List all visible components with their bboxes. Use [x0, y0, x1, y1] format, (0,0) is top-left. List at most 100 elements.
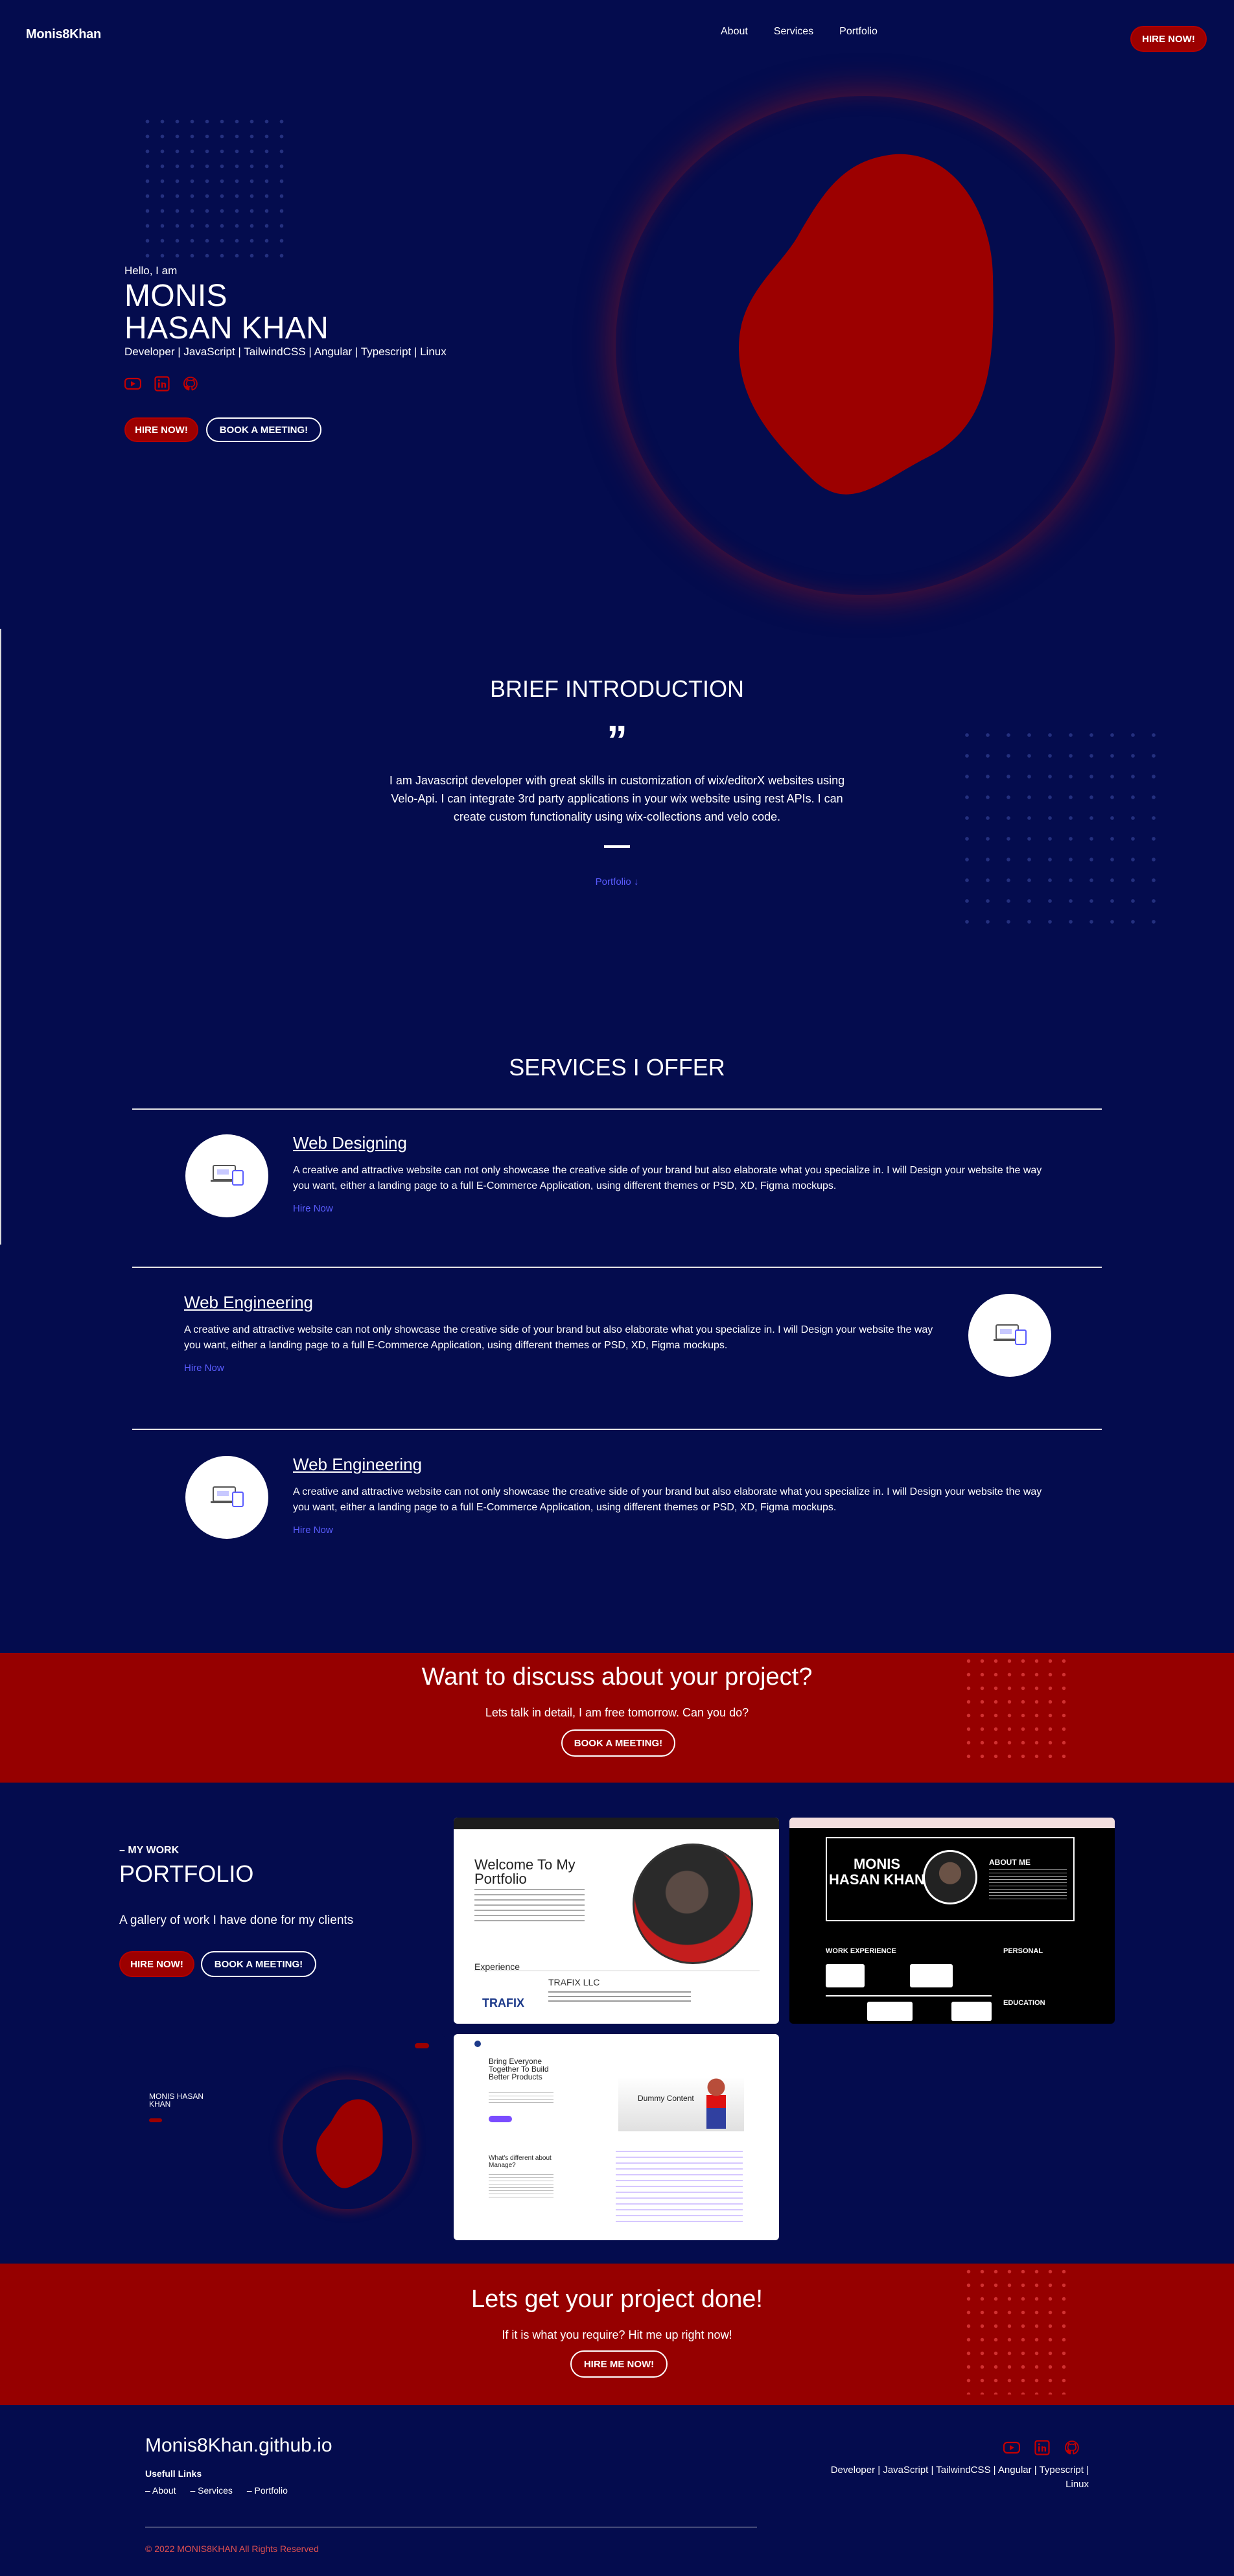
footer-links-title: Usefull Links — [145, 2468, 202, 2479]
shot-1-navbar — [454, 1818, 779, 1829]
intro-dot-pattern — [957, 725, 1165, 933]
shot-1-company-lines — [548, 1991, 691, 2004]
footer-links: – About – Services – Portfolio — [145, 2485, 288, 2496]
github-icon[interactable] — [183, 376, 198, 392]
shot-4-feature-list — [616, 2151, 743, 2222]
footer-socials — [1003, 2440, 1080, 2455]
portfolio-kicker: – MY WORK — [119, 1845, 180, 1856]
shot-4-diff: What's different about Manage? — [489, 2155, 552, 2169]
footer-site-name[interactable]: Monis8Khan.github.io — [145, 2435, 332, 2457]
hero-skills: Developer | JavaScript | TailwindCSS | A… — [124, 345, 447, 358]
discuss-title: Want to discuss about your project? — [421, 1663, 813, 1691]
intro-divider — [604, 845, 630, 848]
hero-socials — [124, 376, 198, 392]
hero-meeting-button[interactable]: BOOK A MEETING! — [206, 417, 321, 442]
service-1-text: A creative and attractive website can no… — [293, 1165, 1042, 1191]
github-icon[interactable] — [1064, 2440, 1080, 2455]
linkedin-icon[interactable] — [154, 376, 170, 392]
nav-link-services[interactable]: Services — [774, 26, 813, 38]
service-1-title[interactable]: Web Designing — [293, 1133, 407, 1153]
service-2-text: A creative and attractive website can no… — [184, 1324, 933, 1351]
nav-link-portfolio[interactable]: Portfolio — [839, 26, 878, 38]
shot-4-diff-lines — [489, 2174, 553, 2197]
shot-1-logo: TRAFIX — [482, 1996, 524, 2009]
service-2-title[interactable]: Web Engineering — [184, 1293, 313, 1313]
shot-2-card — [951, 2002, 992, 2021]
portfolio-shot-3[interactable]: MONIS HASAN KHAN — [119, 2034, 445, 2240]
shot-4-text-lines — [489, 2092, 553, 2105]
shot-4-button — [489, 2116, 512, 2122]
portfolio-meeting-button[interactable]: BOOK A MEETING! — [201, 1951, 316, 1977]
laptop-icon — [211, 1165, 244, 1186]
laptop-icon — [211, 1486, 244, 1507]
footer-skills: Developer | JavaScript | TailwindCSS | A… — [765, 2463, 1089, 2492]
shot-2-education: EDUCATION — [1003, 1999, 1045, 2007]
shot-4-heading: Bring Everyone Together To Build Better … — [489, 2057, 549, 2081]
shot-2-work: WORK EXPERIENCE — [826, 1947, 896, 1955]
shot-2-about: ABOUT ME — [989, 1858, 1030, 1867]
footer-link-about[interactable]: – About — [145, 2485, 176, 2496]
service-3-image — [185, 1456, 268, 1539]
services-divider-2 — [132, 1267, 1102, 1268]
services-divider-3 — [132, 1429, 1102, 1430]
shot-2-card — [910, 1964, 953, 1987]
footer-link-services[interactable]: – Services — [191, 2485, 233, 2496]
service-3-hire-link[interactable]: Hire Now — [293, 1525, 333, 1536]
footer-copyright: © 2022 MONIS8KHAN All Rights Reserved — [145, 2544, 319, 2554]
shot-2-personal: PERSONAL — [1003, 1947, 1043, 1955]
shot-4-dummy: Dummy Content — [638, 2094, 694, 2103]
service-1-image — [185, 1134, 268, 1217]
hero-name-line2: HASAN KHAN — [124, 311, 329, 345]
youtube-icon[interactable] — [124, 376, 141, 392]
shot-3-name: MONIS HASAN KHAN — [149, 2092, 204, 2109]
cta-hire-button[interactable]: HIRE ME NOW! — [570, 2350, 668, 2378]
linkedin-icon[interactable] — [1034, 2440, 1050, 2455]
shot-2-topbar — [789, 1818, 1115, 1828]
cta-title: Lets get your project done! — [471, 2286, 763, 2313]
service-2-image — [968, 1294, 1051, 1377]
youtube-icon[interactable] — [1003, 2440, 1020, 2455]
hero-greeting: Hello, I am — [124, 264, 178, 277]
shot-2-portrait — [923, 1850, 977, 1904]
shot-1-text-lines — [474, 1889, 585, 1923]
footer-skills-line1: Developer | JavaScript | TailwindCSS | A… — [830, 2465, 1089, 2476]
shot-2-name: MONIS HASAN KHAN — [829, 1856, 925, 1888]
shot-2-card — [826, 1964, 865, 1987]
cta-subtitle: If it is what you require? Hit me up rig… — [502, 2328, 732, 2341]
hero-hire-button[interactable]: HIRE NOW! — [124, 417, 198, 442]
laptop-icon — [994, 1324, 1027, 1345]
hero-dot-pattern — [140, 114, 289, 263]
service-1-hire-link[interactable]: Hire Now — [293, 1203, 333, 1214]
nav-link-about[interactable]: About — [721, 26, 748, 38]
shot-1-portrait — [633, 1844, 753, 1964]
shot-4-logo — [474, 2041, 481, 2047]
discuss-meeting-button[interactable]: BOOK A MEETING! — [561, 1729, 675, 1757]
service-3-title[interactable]: Web Engineering — [293, 1455, 422, 1475]
portfolio-title: PORTFOLIO — [119, 1860, 254, 1887]
portfolio-shot-1[interactable]: Welcome To My Portfolio Experience TRAFI… — [454, 1818, 779, 2024]
shot-3-nav-button — [415, 2043, 429, 2048]
shot-1-heading: Welcome To My Portfolio — [474, 1856, 576, 1887]
shot-3-blob — [316, 2099, 383, 2188]
shot-4-figure — [706, 2077, 726, 2129]
discuss-subtitle: Lets talk in detail, I am free tomorrow.… — [485, 1706, 749, 1719]
service-2-hire-link[interactable]: Hire Now — [184, 1363, 224, 1374]
footer-skills-line2: Linux — [1065, 2479, 1089, 2490]
shot-2-card — [867, 2002, 913, 2021]
portfolio-description: A gallery of work I have done for my cli… — [119, 1914, 354, 1927]
site-logo[interactable]: Monis8Khan — [26, 27, 101, 42]
nav-hire-button[interactable]: HIRE NOW! — [1130, 26, 1207, 52]
service-3-text: A creative and attractive website can no… — [293, 1486, 1042, 1513]
main-nav: About Services Portfolio — [721, 26, 878, 38]
hero-name-line1: MONIS — [124, 279, 227, 313]
portfolio-hire-button[interactable]: HIRE NOW! — [119, 1951, 194, 1977]
services-title: SERVICES I OFFER — [509, 1054, 725, 1081]
footer-link-portfolio[interactable]: – Portfolio — [247, 2485, 288, 2496]
hero-blob-shape — [739, 154, 994, 495]
shot-3-hire-chip — [149, 2118, 162, 2122]
portfolio-shot-2[interactable]: MONIS HASAN KHAN ABOUT ME WORK EXPERIENC… — [789, 1818, 1115, 2024]
intro-text: I am Javascript developer with great ski… — [389, 774, 845, 823]
portfolio-shot-4[interactable]: Bring Everyone Together To Build Better … — [454, 2034, 779, 2240]
hero-name: MONIS HASAN KHAN — [124, 280, 329, 345]
shot-2-timeline — [826, 1995, 992, 1996]
